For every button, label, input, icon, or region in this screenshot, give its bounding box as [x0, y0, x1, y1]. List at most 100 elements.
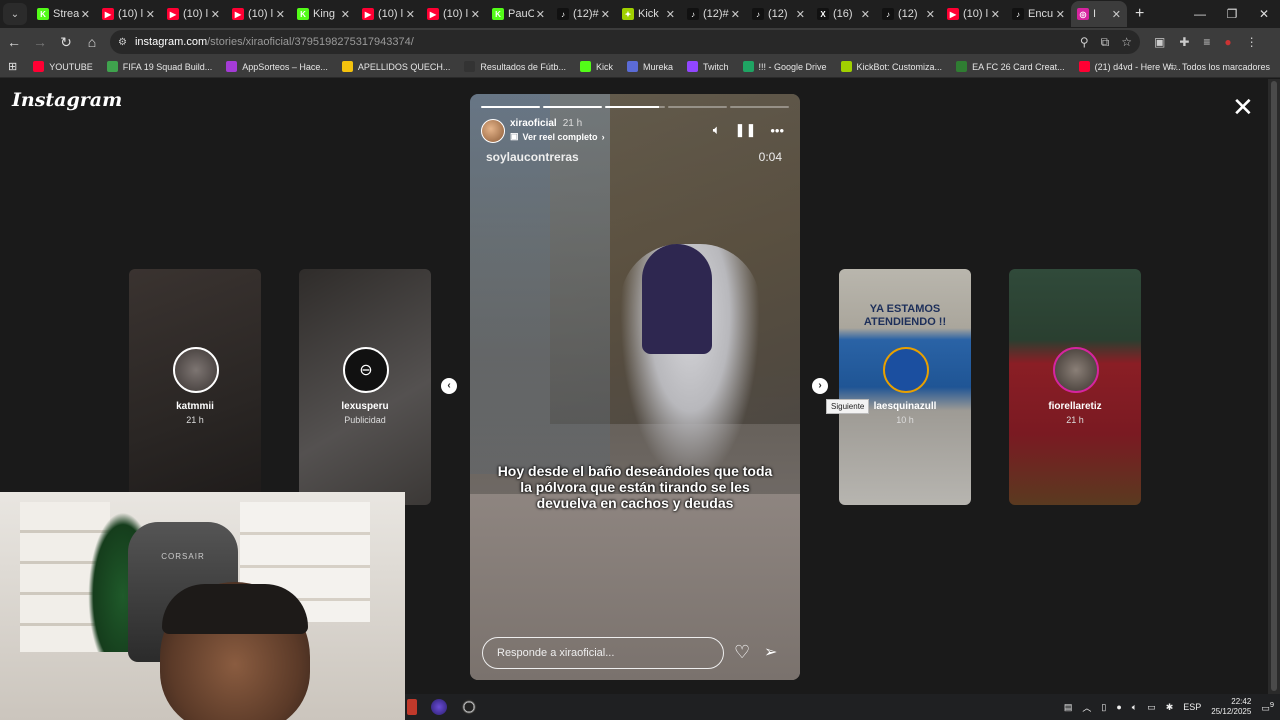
restore-button[interactable]: ❐	[1216, 0, 1248, 28]
next-story-button[interactable]: ›	[812, 378, 828, 394]
scrollbar-thumb[interactable]	[1271, 81, 1277, 691]
previous-story-button[interactable]: ‹	[441, 378, 457, 394]
browser-tab[interactable]: ♪ (12)# ✕	[551, 1, 616, 27]
install-app-icon[interactable]: ⧉	[1101, 35, 1110, 50]
browser-tab[interactable]: K King ✕	[291, 1, 356, 27]
browser-tab[interactable]: K PauC ✕	[486, 1, 551, 27]
microphone-icon[interactable]: ●	[1116, 702, 1121, 712]
browser-tab[interactable]: ♪ (12) ✕	[746, 1, 811, 27]
bookmark-star-icon[interactable]: ☆	[1121, 35, 1132, 50]
close-stories-button[interactable]: ✕	[1232, 94, 1254, 120]
browser-tab[interactable]: ▶ (10) l ✕	[421, 1, 486, 27]
close-tab-icon[interactable]: ✕	[146, 8, 155, 21]
browser-tab[interactable]: ▶ (10) l ✕	[161, 1, 226, 27]
mute-icon[interactable]: 🔈︎	[713, 122, 721, 138]
bluetooth-icon[interactable]: ✱	[1166, 702, 1174, 713]
view-full-reel-link[interactable]: ▣ Ver reel completo ›	[510, 131, 605, 142]
browser-tab[interactable]: ♪ (12)# ✕	[681, 1, 746, 27]
forward-button[interactable]: →	[28, 34, 52, 50]
browser-tab[interactable]: ▶ (10) l ✕	[356, 1, 421, 27]
share-send-icon[interactable]: ➢	[764, 642, 777, 662]
more-options-icon[interactable]: •••	[770, 123, 784, 138]
profile-avatar[interactable]: ●	[1224, 35, 1231, 49]
bookmark-item[interactable]: AppSorteos – Hace...	[226, 61, 328, 72]
browser-tab[interactable]: ✦ Kick ✕	[616, 1, 681, 27]
tray-chevron-icon[interactable]: ︿	[1082, 701, 1091, 714]
browser-tab[interactable]: K Strea ✕	[31, 1, 96, 27]
story-preview-laesquinazull[interactable]: YA ESTAMOS ATENDIENDO !! laesquinazull 1…	[839, 269, 971, 505]
tray-app-icon[interactable]: ▯	[1101, 702, 1106, 713]
reply-input[interactable]: Responde a xiraoficial...	[482, 637, 724, 669]
extension-icon[interactable]: ▣	[1154, 35, 1165, 49]
pause-icon[interactable]: ❚❚	[735, 122, 757, 138]
volume-icon[interactable]: 🔈︎	[1132, 702, 1137, 713]
apps-grid-icon[interactable]: ⊞	[8, 60, 17, 73]
bookmark-item[interactable]: Twitch	[686, 61, 729, 72]
taskbar-browser-icon[interactable]	[431, 699, 447, 715]
close-tab-icon[interactable]: ✕	[1056, 8, 1065, 21]
zoom-icon[interactable]: ⚲	[1080, 35, 1089, 50]
bookmark-item[interactable]: Mureka	[626, 61, 673, 72]
clock[interactable]: 22:42 25/12/2025	[1211, 697, 1251, 717]
page-scrollbar[interactable]	[1268, 79, 1280, 694]
bookmark-item[interactable]: EA FC 26 Card Creat...	[956, 61, 1065, 72]
bookmark-item[interactable]: Kick	[579, 61, 613, 72]
browser-tab[interactable]: ♪ (12) ✕	[876, 1, 941, 27]
tab-search-button[interactable]: ⌄	[3, 3, 27, 25]
story-author-avatar[interactable]	[481, 119, 505, 143]
close-tab-icon[interactable]: ✕	[471, 8, 480, 21]
close-tab-icon[interactable]: ✕	[211, 8, 220, 21]
close-tab-icon[interactable]: ✕	[666, 8, 675, 21]
all-bookmarks-folder[interactable]: ▭ Todos los marcadores	[1168, 61, 1270, 72]
bookmark-item[interactable]: YOUTUBE	[33, 61, 93, 72]
bookmark-item[interactable]: APELLIDOS QUECH...	[341, 61, 450, 72]
taskbar-obs-icon[interactable]	[461, 699, 477, 715]
close-tab-icon[interactable]: ✕	[1112, 8, 1121, 21]
close-tab-icon[interactable]: ✕	[991, 8, 1000, 21]
browser-tab[interactable]: ◎ I ✕	[1071, 1, 1127, 27]
home-button[interactable]: ⌂	[80, 34, 104, 50]
story-author-name[interactable]: xiraoficial	[510, 118, 557, 129]
bookmark-item[interactable]: FIFA 19 Squad Build...	[106, 61, 212, 72]
address-bar[interactable]: ⚙ instagram.com/stories/xiraoficial/3795…	[110, 30, 1140, 54]
reload-button[interactable]: ↻	[54, 34, 78, 51]
story-author[interactable]: xiraoficial 21 h	[510, 118, 582, 129]
bookmark-item[interactable]: Resultados de Fútb...	[464, 61, 566, 72]
browser-tab[interactable]: ▶ (10) l ✕	[96, 1, 161, 27]
close-tab-icon[interactable]: ✕	[81, 8, 90, 21]
close-tab-icon[interactable]: ✕	[341, 8, 350, 21]
story-preview-fiorellaretiz[interactable]: fiorellaretiz 21 h	[1009, 269, 1141, 505]
close-tab-icon[interactable]: ✕	[276, 8, 285, 21]
new-tab-button[interactable]: +	[1135, 5, 1144, 23]
media-control-icon[interactable]: ≡	[1203, 35, 1210, 49]
instagram-logo[interactable]: Instagram	[12, 89, 122, 111]
browser-menu-icon[interactable]: ⋮	[1246, 35, 1258, 49]
site-info-icon[interactable]: ⚙	[118, 37, 127, 48]
bookmark-item[interactable]: KickBot: Customiza...	[840, 61, 942, 72]
browser-tab[interactable]: X (16) ✕	[811, 1, 876, 27]
taskview-icon[interactable]: ▤	[1064, 702, 1073, 713]
close-tab-icon[interactable]: ✕	[536, 8, 545, 21]
network-icon[interactable]: ▭	[1147, 702, 1156, 713]
browser-tab[interactable]: ▶ (10) l ✕	[941, 1, 1006, 27]
close-tab-icon[interactable]: ✕	[731, 8, 740, 21]
keyboard-language[interactable]: ESP	[1183, 702, 1201, 712]
like-heart-icon[interactable]: ♡	[734, 642, 750, 663]
close-tab-icon[interactable]: ✕	[926, 8, 935, 21]
browser-tab[interactable]: ♪ Encu ✕	[1006, 1, 1071, 27]
close-tab-icon[interactable]: ✕	[861, 8, 870, 21]
extensions-puzzle-icon[interactable]: ✚	[1179, 35, 1189, 49]
bookmark-item[interactable]: (21) d4vd - Here Wi...	[1078, 61, 1181, 72]
main-story[interactable]: xiraoficial 21 h ▣ Ver reel completo › 🔈︎…	[470, 94, 800, 680]
close-tab-icon[interactable]: ✕	[796, 8, 805, 21]
bookmark-item[interactable]: !!! - Google Drive	[742, 61, 827, 72]
story-preview-katmmii[interactable]: katmmii 21 h	[129, 269, 261, 505]
notifications-icon[interactable]: ▭9	[1261, 700, 1274, 714]
close-window-button[interactable]: ✕	[1248, 0, 1280, 28]
close-tab-icon[interactable]: ✕	[601, 8, 610, 21]
close-tab-icon[interactable]: ✕	[406, 8, 415, 21]
back-button[interactable]: ←	[2, 34, 26, 50]
taskbar-app-icon[interactable]	[407, 699, 417, 715]
browser-tab[interactable]: ▶ (10) l ✕	[226, 1, 291, 27]
story-preview-lexusperu[interactable]: ⊖ lexusperu Publicidad	[299, 269, 431, 505]
